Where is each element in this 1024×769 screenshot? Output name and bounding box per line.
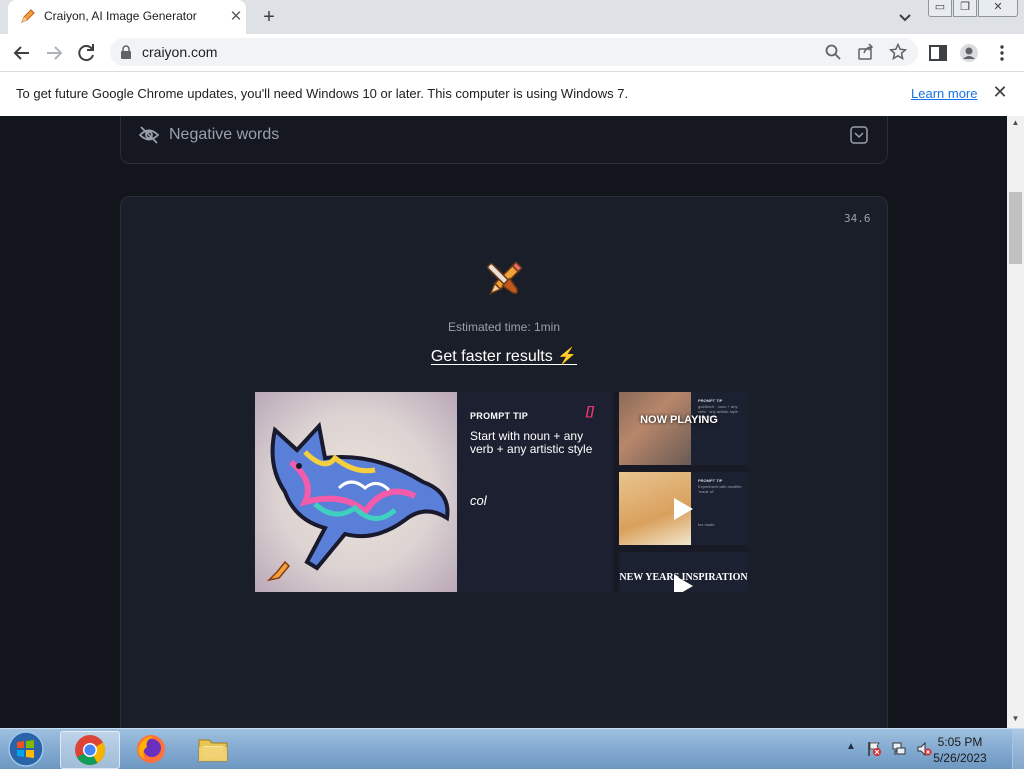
new-tab-button[interactable]: + [258, 6, 280, 28]
prompt-tip-title: PROMPT TIP [470, 411, 529, 421]
network-icon[interactable] [891, 741, 907, 757]
fox-thumbnail-image [619, 392, 691, 465]
get-faster-results-link[interactable]: Get faster results ⚡ [121, 346, 887, 366]
generation-panel: 34.6 Estimated time: 1min Get faster res… [120, 196, 888, 728]
window-close-button[interactable]: ✕ [978, 0, 1018, 17]
taskbar-explorer-button[interactable] [184, 731, 242, 767]
window-minimize-button[interactable]: ▭ [928, 0, 952, 17]
bracket-logo-icon: [] [586, 404, 594, 418]
back-arrow-icon[interactable] [10, 41, 34, 65]
fox-artwork-image [255, 392, 457, 592]
scrollbar-thumb[interactable] [1009, 192, 1022, 264]
folder-icon [198, 739, 228, 762]
action-center-flag-icon[interactable] [866, 741, 882, 757]
prompt-tip-card: PROMPT TIP [] Start with noun + any verb… [457, 392, 613, 592]
tab-search-chevron-icon[interactable] [896, 8, 914, 26]
update-infobar: To get future Google Chrome updates, you… [0, 72, 1024, 117]
prompt-tip-example: col [470, 493, 487, 508]
elapsed-timer: 34.6 [844, 212, 871, 225]
url-text[interactable]: craiyon.com [142, 44, 217, 60]
address-bar[interactable]: craiyon.com [110, 38, 918, 66]
now-playing-label: NOW PLAYING [640, 414, 718, 426]
chrome-icon [75, 735, 106, 766]
infobar-message: To get future Google Chrome updates, you… [16, 86, 629, 101]
thumbnail-title: PROMPT TIP [698, 478, 723, 483]
clock-time[interactable]: 5:05 PM [930, 735, 990, 749]
thumbnail-title: PROMPT TIP [698, 398, 723, 403]
lock-icon[interactable] [120, 45, 132, 59]
thumbnail-text: Experiment with modifier 'made of' [698, 484, 742, 494]
tab-strip: Craiyon, AI Image Generator ✕ + ▭ ❐ ✕ [0, 0, 1024, 34]
tab-close-icon[interactable]: ✕ [226, 7, 246, 27]
bookmark-star-icon[interactable] [889, 43, 907, 61]
reload-icon[interactable] [74, 41, 98, 65]
scroll-up-arrow-icon[interactable]: ▲ [1007, 118, 1024, 130]
side-panel-icon[interactable] [928, 43, 948, 63]
tab-title: Craiyon, AI Image Generator [44, 9, 197, 23]
play-icon[interactable] [672, 497, 694, 521]
browser-tab[interactable]: Craiyon, AI Image Generator ✕ [8, 0, 246, 34]
pencil-favicon-icon [21, 9, 35, 23]
learn-more-link[interactable]: Learn more [911, 86, 977, 101]
prompt-tip-text: Start with noun + any verb + any artisti… [470, 429, 593, 456]
window-restore-button[interactable]: ❐ [953, 0, 977, 17]
negative-words-panel[interactable]: Negative words [120, 116, 888, 164]
windows-start-button[interactable] [4, 730, 48, 768]
taskbar: ▲ 5:05 PM 5/26/2023 [0, 728, 1024, 769]
estimated-time-text: Estimated time: 1min [447, 320, 561, 334]
video-thumbnail[interactable]: PROMPT TIP Experiment with modifier 'mad… [619, 472, 748, 545]
clock-date[interactable]: 5/26/2023 [930, 751, 990, 765]
chevron-down-icon[interactable] [850, 126, 868, 144]
taskbar-firefox-button[interactable] [122, 731, 180, 767]
browser-toolbar: craiyon.com [0, 34, 1024, 72]
forward-arrow-icon[interactable] [42, 41, 66, 65]
share-icon[interactable] [857, 43, 875, 61]
video-thumbnail-now-playing[interactable]: PROMPT TIP goldfinch · noun + any verb ·… [619, 392, 748, 465]
video-thumbnail[interactable]: NEW YEARS INSPIRATION [619, 552, 748, 592]
show-desktop-button[interactable] [1012, 729, 1024, 769]
show-hidden-icons-arrow-icon[interactable]: ▲ [845, 741, 857, 755]
crossed-pencil-brush-icon [487, 261, 523, 295]
firefox-icon [137, 735, 165, 763]
infobar-close-icon[interactable]: ✕ [990, 82, 1010, 104]
play-icon[interactable] [672, 574, 694, 592]
scroll-down-arrow-icon[interactable]: ▼ [1007, 714, 1024, 726]
page-content: Negative words 34.6 Estimated time: 1min… [0, 116, 1007, 728]
fox-graffiti-drawing [266, 421, 450, 582]
thumbnail-caption: fox made [698, 522, 715, 527]
eye-off-icon [138, 126, 160, 144]
negative-words-label: Negative words [169, 126, 280, 143]
profile-avatar-icon[interactable] [959, 43, 979, 63]
search-icon[interactable] [824, 43, 842, 61]
taskbar-chrome-button[interactable] [60, 731, 120, 769]
video-player[interactable]: PROMPT TIP [] Start with noun + any verb… [255, 392, 748, 592]
page-scrollbar[interactable]: ▲ ▼ [1007, 116, 1024, 728]
kebab-menu-icon[interactable] [992, 43, 1012, 63]
